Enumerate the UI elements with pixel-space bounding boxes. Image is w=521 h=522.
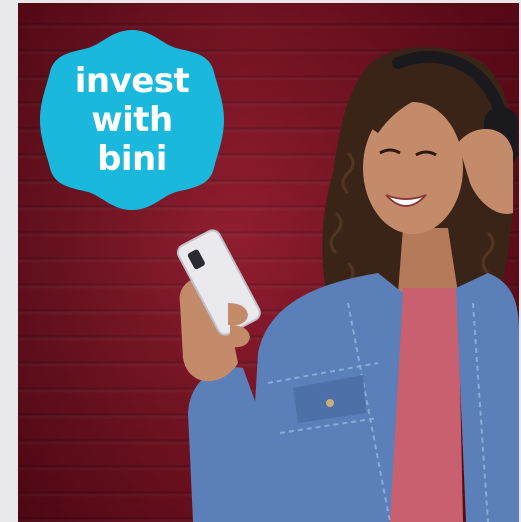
frame: invest with bini — [0, 0, 521, 522]
badge-text: invest with bini — [34, 62, 230, 179]
badge-line-1: invest — [74, 61, 190, 101]
badge-line-2: with — [91, 100, 173, 140]
invest-with-bini-badge: invest with bini — [34, 22, 230, 218]
badge-line-3: bini — [97, 139, 167, 179]
